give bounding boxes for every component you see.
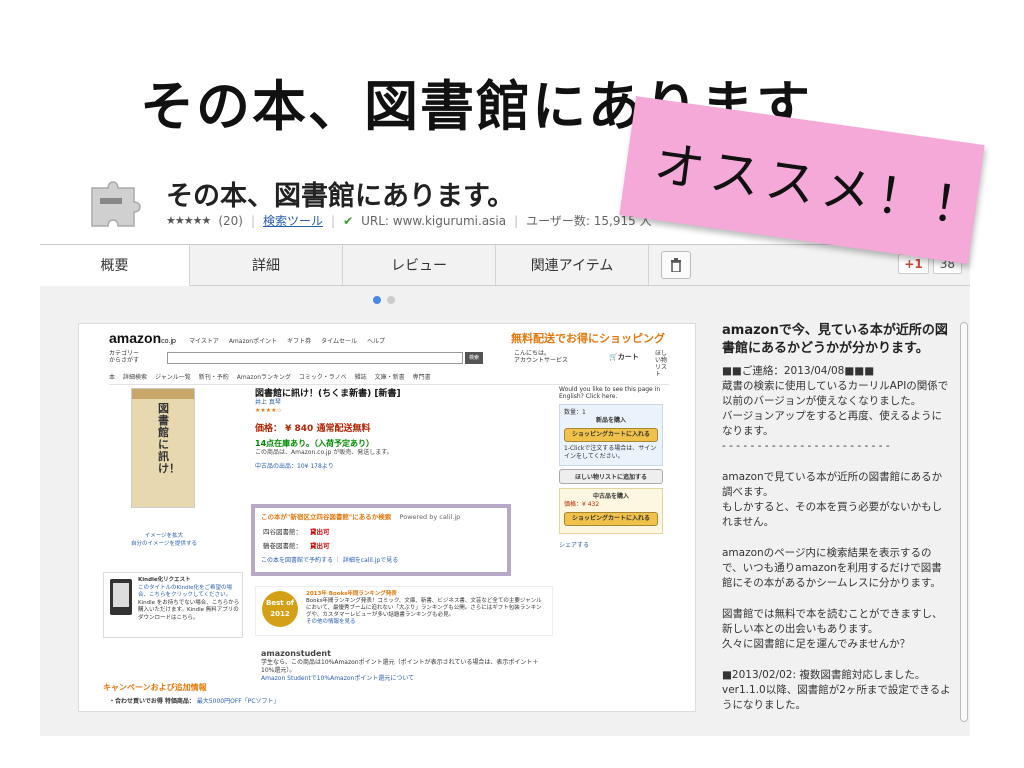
description-paragraph: 図書館では無料で本を読むことができますし、新しい本との出会いもあります。 久々に… [722, 608, 943, 650]
description-paragraph: amazonで見ている本が近所の図書館にあるか調べます。 もしかすると、その本を… [722, 471, 943, 528]
kindle-request-box: Kindle化リクエスト このタイトルのKindle化をご希望の場合、こちらをク… [103, 572, 243, 638]
description-scrollbar[interactable] [960, 322, 968, 722]
amazon-screenshot[interactable]: amazonco.jp マイストア Amazonポイント ギフト券 タイムセール ヘルプ… [78, 323, 696, 712]
sticky-note-text: オススメ！！ [650, 134, 992, 239]
carousel-dots [373, 296, 395, 304]
campaign-heading: キャンペーンおよび追加情報 [103, 683, 207, 692]
tab-bar: 概要 詳細 レビュー 関連アイテム +1 38 [40, 244, 970, 286]
share-links: シェアする [559, 542, 590, 549]
tab-reviews[interactable]: レビュー [343, 245, 496, 285]
best-of-badge: Best of 2012 [262, 591, 298, 627]
category-link[interactable]: 検索ツール [263, 212, 323, 229]
description-paragraph: ■2013/02/02: 複数図書館対応しました。 ver1.1.0以降、図書館… [722, 669, 951, 711]
used-offers: 中古品の出品：10¥ 178より [255, 463, 334, 470]
library-links: この本を図書館で予約する ｜ 詳細をcalil.jpで見る [261, 557, 399, 564]
book-cover: 図書館に訊け！ [131, 388, 195, 508]
amazon-category-nav: 本詳細検索 ジャンル一覧 新刊・予約 Amazonランキング コミック・ラノベ 雑誌 文庫・… [109, 372, 669, 385]
trash-icon [671, 258, 681, 272]
tab-overview[interactable]: 概要 [40, 245, 190, 286]
tab-related[interactable]: 関連アイテム [496, 245, 649, 285]
extension-description: amazonで今、見ている本が近所の図書館にあるかどうかが分かります。 ■■ご連… [722, 322, 952, 729]
buy-column: Would you like to see this page in Engli… [559, 386, 663, 549]
extension-meta: ★★★★★ (20) | 検索ツール | ✔ URL: www.kigurumi… [166, 212, 652, 229]
library-row: 鶴巻図書館： 貸出可 [263, 542, 330, 550]
description-paragraph: amazonのページ内に検索結果を表示するので、いつも通りamazonを利用する… [722, 547, 942, 589]
new-buy-box: 数量：1 新品を購入 ショッピングカートに入れる 1-Clickで注文する場合は… [559, 404, 663, 466]
wishlist-button: ほしい物リストに追加する [559, 469, 663, 484]
library-row: 四谷図書館： 貸出可 [263, 528, 330, 536]
book-author: 井上 真琴 [255, 399, 281, 406]
carousel-dot-active[interactable] [373, 296, 381, 304]
puzzle-piece-icon [91, 181, 141, 227]
book-price: 価格： ¥ 840 通常配送無料 [255, 424, 371, 434]
amazon-search-row: カテゴリー からさがす 検索 こんにちは。 アカウントサービス 🛒カート ほしい… [109, 350, 669, 378]
description-heading: amazonで今、見ている本が近所の図書館にあるかどうかが分かります。 [722, 323, 948, 356]
english-note: Would you like to see this page in Engli… [559, 386, 661, 400]
library-result-box: この本が"新宿区立四谷図書館"にあるか検索 Powered by calil.j… [251, 504, 511, 576]
trash-button[interactable] [661, 251, 691, 279]
extension-url: URL: www.kigurumi.asia [361, 213, 507, 228]
carousel-dot[interactable] [387, 296, 395, 304]
amazon-category-label: カテゴリー からさがす [109, 350, 140, 364]
rating-count[interactable]: (20) [218, 214, 243, 228]
verified-check-icon: ✔ [343, 213, 354, 228]
overview-content: amazonco.jp マイストア Amazonポイント ギフト券 タイムセール ヘルプ… [40, 286, 970, 736]
image-links: イメージを拡大 自分のイメージを提供する [131, 533, 197, 547]
amazon-search-button: 検索 [465, 352, 483, 364]
book-title: 図書館に訊け！(ちくま新書) [新書] [255, 389, 401, 399]
extension-name: その本、図書館にあります。 [166, 181, 515, 212]
amazon-top-nav: マイストア Amazonポイント ギフト券 タイムセール ヘルプ [189, 338, 385, 345]
book-stock: 14点在庫あり。（入荷予定あり） [255, 439, 374, 448]
amazon-search-input [167, 352, 463, 364]
library-heading: この本が"新宿区立四谷図書館"にあるか検索 Powered by calil.j… [261, 513, 461, 521]
used-buy-box: 中古品を購入 価格：¥ 432 ショッピングカートに入れる [559, 488, 663, 534]
product-info: 図書館に訊け！(ちくま新書) [新書] 井上 真琴 ★★★★☆ 価格： ¥ 84… [255, 386, 555, 470]
kindle-device-icon [110, 579, 132, 615]
amazon-student-promo: amazonstudent 学生なら、この商品は10%Amazonポイント還元（… [261, 649, 539, 683]
rating-stars-icon: ★★★★★ [166, 214, 211, 227]
amazon-promo: 無料配送でお得にショッピング [511, 332, 665, 345]
campaign-item: ・合わせ買いでお得 特価商品： 最大5000円OFF「PCソフト」 [109, 698, 280, 705]
description-paragraph: ■■ご連絡：2013/04/08■■■ 蔵書の検索に使用しているカーリルAPIの… [722, 365, 949, 452]
tab-details[interactable]: 詳細 [190, 245, 343, 285]
amazon-account: こんにちは。 アカウントサービス [514, 350, 569, 364]
seller-note: この商品は、Amazon.co.jp が販売、発送します。 [255, 449, 393, 456]
book-cover-title: 図書館に訊け！ [158, 402, 180, 475]
best-of-banner: Best of 2012 2013年 Books年間ランキング発表 Books年… [255, 586, 553, 636]
amazon-cart: 🛒カート [609, 353, 639, 361]
book-stars-icon: ★★★★☆ [255, 407, 282, 414]
amazon-logo: amazonco.jp [109, 330, 176, 346]
